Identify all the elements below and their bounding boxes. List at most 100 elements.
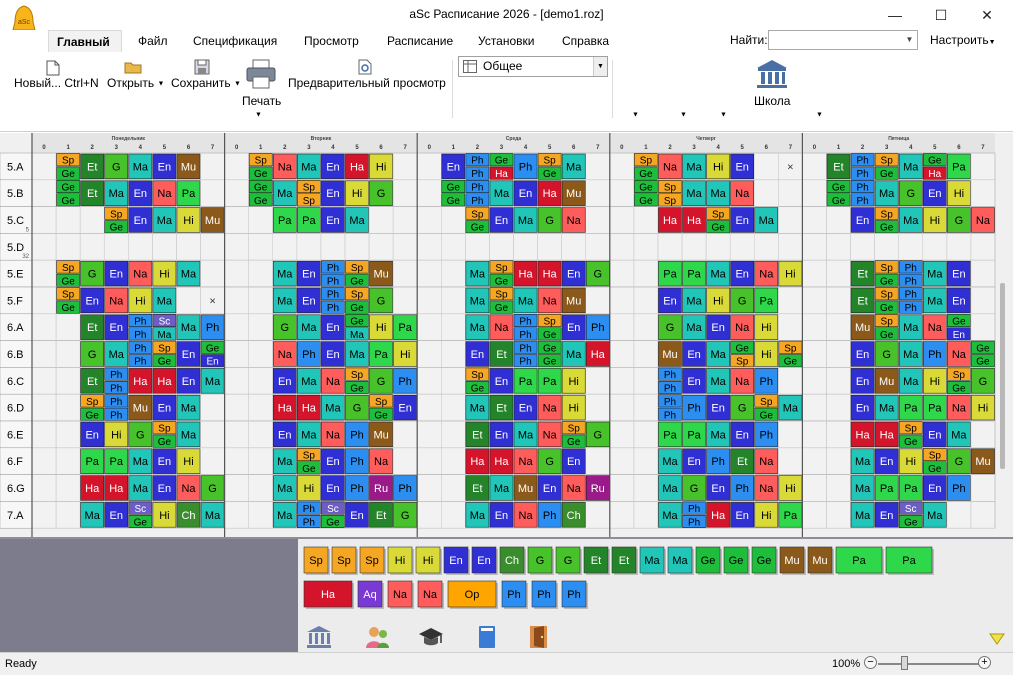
zoom-slider-track[interactable] (878, 663, 986, 665)
palette-card-code: Ph (507, 589, 520, 601)
palette-card-code: Hi (423, 555, 433, 567)
lesson-code: G (545, 215, 554, 227)
status-bar: Ready 100% − + (0, 652, 1013, 675)
customize-button[interactable]: Настроить▼ (930, 33, 996, 47)
save-button[interactable]: Сохранить ▼ (171, 76, 241, 90)
lesson-code: En (134, 188, 147, 200)
palette-card-code: Et (619, 555, 629, 567)
minimize-button[interactable]: — (872, 0, 918, 30)
lesson-code: En (952, 269, 965, 281)
lesson-code: En (711, 403, 724, 415)
palette-card-code: Pa (902, 555, 916, 567)
lesson-code: Sp (110, 209, 123, 220)
palette-card-code: Ge (729, 555, 744, 567)
lesson-code: En (519, 188, 532, 200)
lesson-code: Hi (159, 269, 169, 281)
lesson-code: Ha (711, 510, 726, 522)
menu-tab-specification[interactable]: Спецификация (185, 30, 285, 52)
lesson-code: Ru (374, 483, 388, 495)
lesson-code: G (208, 483, 217, 495)
lesson-code: Sp (471, 209, 484, 220)
palette-card-code: Aq (363, 589, 376, 601)
lesson-code: Et (496, 349, 506, 361)
day-header: Пятница (888, 136, 909, 142)
palette-collapse-arrow-icon[interactable] (988, 632, 1006, 646)
lesson-code: Ph (664, 370, 676, 381)
menu-tab-main[interactable]: Главный (48, 30, 122, 52)
palette-card-code: Ha (321, 589, 336, 601)
lesson-code: En (953, 330, 965, 341)
classes-graduation-cap-icon[interactable] (418, 625, 444, 649)
lesson-code: Ma (494, 188, 510, 200)
school-building-icon[interactable] (306, 625, 332, 649)
vertical-scrollbar[interactable] (1000, 283, 1005, 469)
lesson-code: En (326, 188, 339, 200)
menu-tab-help[interactable]: Справка (554, 30, 617, 52)
lesson-code: Ph (688, 518, 700, 529)
lesson-code: Pa (110, 456, 124, 468)
lesson-code: Ge (158, 437, 172, 448)
view-select-dropdown-icon[interactable]: ▼ (593, 57, 607, 76)
lesson-code: Mu (373, 269, 388, 281)
open-button[interactable]: Открыть ▼ (107, 76, 164, 90)
find-dropdown-icon[interactable]: ▼ (902, 31, 917, 49)
lesson-code: Ph (350, 456, 363, 468)
ribbon-dropdown-1-icon[interactable]: ▼ (632, 107, 639, 121)
lesson-code: En (952, 295, 965, 307)
lesson-code: Ge (350, 303, 364, 314)
teachers-icon[interactable] (364, 625, 390, 649)
lesson-code: Ma (205, 376, 221, 388)
classrooms-door-icon[interactable] (526, 625, 552, 649)
ribbon-dropdown-3-icon[interactable]: ▼ (720, 107, 727, 121)
lesson-code: Ma (879, 188, 895, 200)
new-button[interactable]: Новый... Ctrl+N (14, 76, 99, 90)
zoom-slider-thumb[interactable] (901, 656, 908, 670)
lesson-code: G (979, 376, 988, 388)
ribbon-dropdown-2-icon[interactable]: ▼ (680, 107, 687, 121)
close-button[interactable]: ✕ (964, 0, 1010, 30)
lesson-code: Ha (543, 188, 558, 200)
lesson-code: Hi (978, 403, 988, 415)
school-button[interactable]: Школа (754, 94, 790, 108)
lesson-code: Pa (663, 269, 677, 281)
printer-icon[interactable] (246, 59, 276, 92)
lesson-code: Ge (206, 343, 220, 354)
lesson-code: Ph (134, 317, 146, 328)
print-preview-button[interactable]: Предварительный просмотр (288, 76, 446, 90)
ribbon-dropdown-4-icon[interactable]: ▼ (816, 107, 823, 121)
menu-tab-view[interactable]: Просмотр (296, 30, 367, 52)
class-note: 32 (22, 254, 29, 260)
lesson-code: Ha (133, 376, 148, 388)
lesson-code: Ha (928, 169, 941, 180)
lesson-code: Sp (905, 424, 918, 435)
lesson-code: Ph (327, 303, 339, 314)
zoom-out-button[interactable]: − (864, 656, 877, 669)
lesson-code: En (495, 376, 508, 388)
maximize-button[interactable]: ☐ (918, 0, 964, 30)
lesson-code: Na (543, 295, 558, 307)
lesson-code: Sp (495, 290, 508, 301)
school-building-icon[interactable] (755, 58, 789, 93)
lesson-code: Pa (904, 483, 918, 495)
subjects-book-icon[interactable] (474, 625, 500, 649)
view-select[interactable]: Общее ▼ (458, 56, 608, 77)
lesson-code: Ph (110, 370, 122, 381)
menu-tab-settings[interactable]: Установки (470, 30, 542, 52)
lesson-code: Ma (277, 510, 293, 522)
print-dropdown-icon[interactable]: ▼ (255, 107, 262, 121)
zoom-in-button[interactable]: + (978, 656, 991, 669)
lesson-code: Ge (543, 330, 557, 341)
lesson-code: Ma (470, 322, 486, 334)
palette-card-code: Et (591, 555, 601, 567)
find-input[interactable] (768, 30, 918, 50)
lesson-code: Pa (543, 376, 557, 388)
lesson-code: Na (109, 295, 124, 307)
lesson-code: Ma (927, 510, 943, 522)
lesson-code: Ge (832, 183, 846, 194)
menu-tab-file[interactable]: Файл (130, 30, 176, 52)
lesson-code: Ge (350, 384, 364, 395)
lesson-code: En (85, 295, 98, 307)
menu-tab-timetable[interactable]: Расписание (379, 30, 461, 52)
palette-card-code: Op (465, 589, 480, 601)
print-button[interactable]: Печать (242, 94, 281, 108)
